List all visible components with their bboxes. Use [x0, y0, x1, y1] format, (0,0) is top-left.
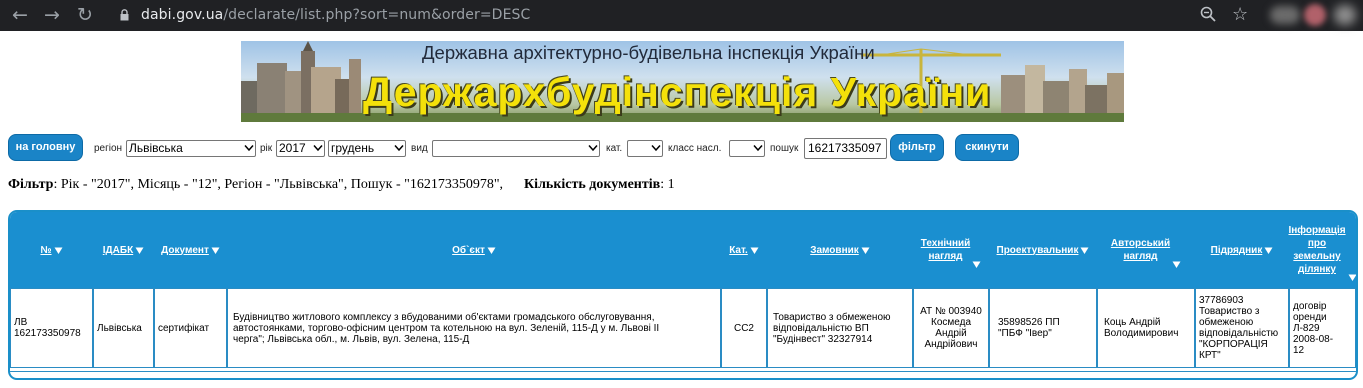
month-select[interactable]: грудень: [328, 140, 406, 157]
url-text[interactable]: dabi.gov.ua/declarate/list.php?sort=num&…: [141, 7, 530, 23]
region-select-value: Львівська: [129, 141, 183, 155]
cell-technical-supervision: АТ № 003940 Космеда Андрій Андрійович: [913, 288, 989, 368]
sort-arrow-icon: [1172, 260, 1181, 269]
sort-arrow-icon: [211, 246, 220, 255]
results-table: № ІДАБК Документ Об`єкт Кат. Замовник Те…: [8, 210, 1358, 380]
table-row: ЛВ 162173350978 Львівська сертифікат Буд…: [10, 288, 1356, 368]
cell-document: сертифікат: [154, 288, 227, 368]
forward-arrow-icon[interactable]: →: [44, 5, 60, 25]
home-button[interactable]: на головну: [8, 134, 83, 161]
col-header-land-info[interactable]: Інформація про земельну ділянку: [1288, 212, 1356, 288]
search-label: пошук: [770, 143, 799, 154]
col-header-document[interactable]: Документ: [154, 212, 227, 288]
col-header-category[interactable]: Кат.: [721, 212, 767, 288]
table-footer-divider: [10, 371, 1356, 372]
sort-arrow-icon: [972, 260, 981, 269]
year-select-value: 2017: [279, 141, 306, 155]
sort-arrow-icon: [1348, 273, 1356, 282]
cell-category: СС2: [721, 288, 767, 368]
cell-author-supervision: Коць Андрій Володимирович: [1097, 288, 1195, 368]
sort-arrow-icon: [487, 246, 496, 255]
region-label: регіон: [94, 143, 123, 154]
cell-designer: 35898526 ПП "ПБФ "Івер": [989, 288, 1097, 368]
cell-idabk: Львівська: [93, 288, 154, 368]
col-header-number[interactable]: №: [10, 212, 93, 288]
type-select[interactable]: [432, 140, 600, 157]
site-banner: Державна архітектурно-будівельна інспекц…: [241, 41, 1124, 122]
sort-arrow-icon: [1264, 246, 1273, 255]
year-label: рік: [260, 143, 273, 154]
zoom-icon[interactable]: [1200, 6, 1216, 26]
col-header-author-supervision[interactable]: Авторський нагляд: [1097, 212, 1195, 288]
category-select[interactable]: [627, 140, 663, 157]
sort-arrow-icon: [135, 246, 144, 255]
sort-arrow-icon: [54, 246, 63, 255]
banner-subtitle: Державна архітектурно-будівельна інспекц…: [422, 42, 875, 63]
bookmark-star-icon[interactable]: ☆: [1232, 4, 1248, 25]
col-header-contractor[interactable]: Підрядник: [1195, 212, 1289, 288]
profile-avatar[interactable]: [1304, 4, 1326, 26]
filter-summary: Фільтр: Рік - "2017", Місяць - "12", Рег…: [8, 177, 675, 193]
year-select[interactable]: 2017: [276, 140, 325, 157]
lock-icon[interactable]: [120, 8, 129, 21]
filter-summary-text: : Рік - "2017", Місяць - "12", Регіон - …: [53, 177, 504, 192]
menu-icon[interactable]: [1334, 5, 1356, 25]
sort-arrow-icon: [750, 246, 759, 255]
table-header: № ІДАБК Документ Об`єкт Кат. Замовник Те…: [10, 212, 1356, 288]
col-header-idabk[interactable]: ІДАБК: [93, 212, 154, 288]
cell-contractor: 37786903 Товариство з обмеженою відповід…: [1195, 288, 1289, 368]
sort-arrow-icon: [1080, 246, 1089, 255]
cell-land-info: договір оренди Л-829 2008-08- 12: [1289, 288, 1356, 368]
class-select[interactable]: [729, 140, 765, 157]
filter-summary-label: Фільтр: [8, 177, 54, 192]
col-header-object[interactable]: Об`єкт: [227, 212, 721, 288]
cell-customer: Товариство з обмеженою відповідальністю …: [767, 288, 913, 368]
back-arrow-icon[interactable]: ←: [12, 5, 28, 25]
category-label: кат.: [606, 143, 623, 154]
month-select-value: грудень: [331, 141, 375, 155]
browser-toolbar: ← → ↻ dabi.gov.ua/declarate/list.php?sor…: [0, 0, 1363, 31]
col-header-technical-supervision[interactable]: Технічний нагляд: [913, 212, 989, 288]
class-label: класс насл.: [668, 143, 722, 154]
col-header-designer[interactable]: Проектувальник: [989, 212, 1097, 288]
document-count-value: : 1: [660, 177, 675, 192]
search-input[interactable]: 16217335097: [804, 138, 887, 159]
reload-icon[interactable]: ↻: [77, 5, 93, 25]
document-count-label: Кількість документів: [524, 177, 661, 192]
extension-icon[interactable]: [1270, 6, 1300, 24]
reset-button[interactable]: скинути: [955, 134, 1019, 161]
type-label: вид: [411, 143, 428, 154]
sort-arrow-icon: [861, 246, 870, 255]
region-select[interactable]: Львівська: [126, 140, 256, 157]
cell-number: ЛВ 162173350978: [10, 288, 93, 368]
col-header-customer[interactable]: Замовник: [767, 212, 913, 288]
cell-object: Будівництво житлового комплексу з вбудов…: [227, 288, 721, 368]
banner-title: Держархбудінспекція України: [363, 69, 992, 115]
filter-button[interactable]: фільтр: [890, 134, 944, 161]
